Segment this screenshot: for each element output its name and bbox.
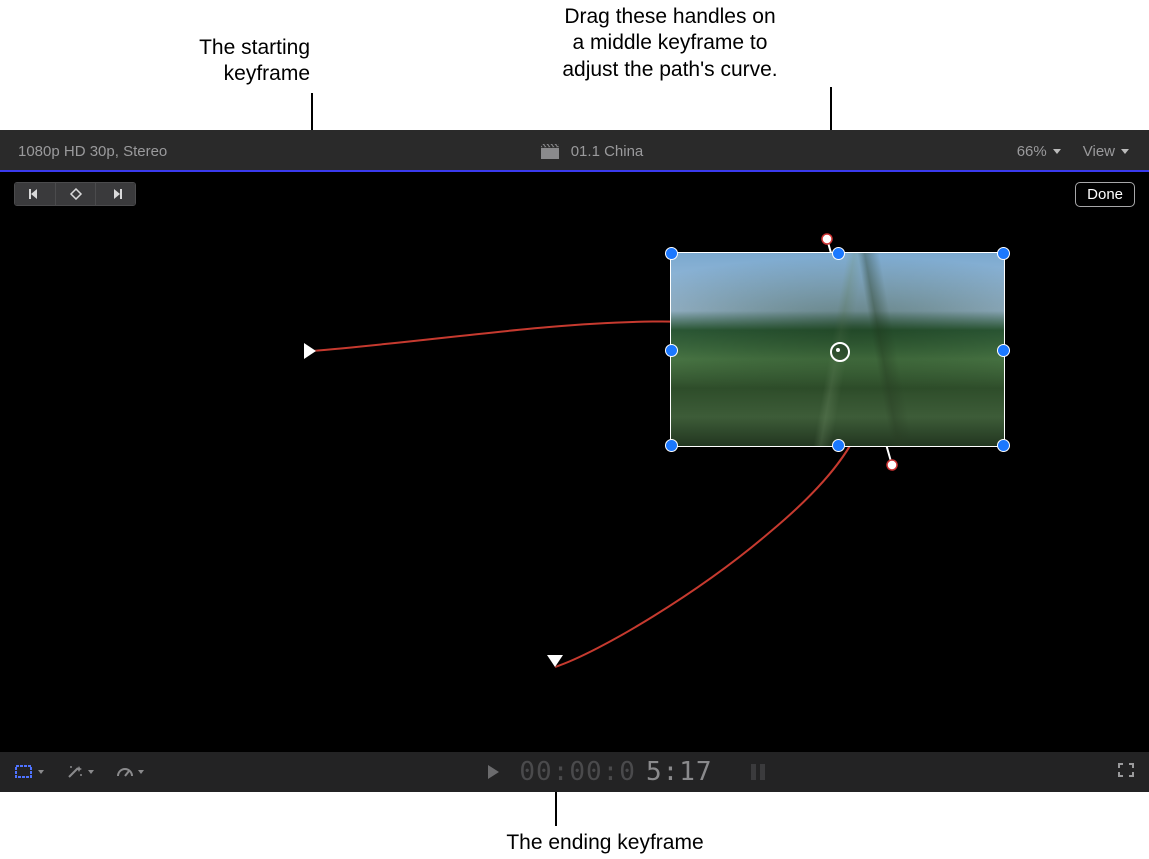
resize-handle-ml[interactable] [665, 344, 678, 357]
transform-frame[interactable] [670, 252, 1005, 447]
previous-keyframe-icon [27, 188, 43, 200]
callout-text: Drag these handles on a middle keyframe … [500, 4, 840, 83]
done-button-label: Done [1087, 186, 1123, 203]
next-keyframe-icon [108, 188, 124, 200]
resize-handle-tl[interactable] [665, 247, 678, 260]
crop-tool-icon [14, 764, 34, 780]
timecode-display[interactable]: 00:00:0 5:17 [168, 757, 1093, 787]
fullscreen-icon [1117, 762, 1135, 778]
resize-handle-br[interactable] [997, 439, 1010, 452]
callout-text: The starting keyframe [199, 36, 310, 85]
timecode-value: 5:17 [646, 757, 713, 787]
format-label: 1080p HD 30p, Stereo [0, 143, 167, 160]
viewer-topbar: 1080p HD 30p, Stereo 01.1 China 66% View [0, 132, 1149, 172]
keyframe-arrow-icon [547, 655, 563, 667]
enhance-wand-icon [66, 764, 84, 780]
keyframe-arrow-icon [304, 343, 316, 359]
view-menu-label: View [1083, 143, 1115, 160]
callout-end-keyframe: The ending keyframe [495, 830, 715, 856]
callout-start-keyframe: The starting keyframe [140, 35, 310, 88]
clip-title: 01.1 China [571, 143, 644, 160]
timecode-dim: 00:00:0 [519, 757, 636, 787]
chevron-down-icon [1121, 149, 1129, 154]
anchor-point[interactable] [830, 342, 850, 362]
audio-meter-icon [747, 761, 773, 783]
view-menu[interactable]: View [1083, 143, 1129, 160]
resize-handle-tr[interactable] [997, 247, 1010, 260]
crop-tool-menu[interactable] [14, 764, 44, 780]
resize-handle-tm[interactable] [832, 247, 845, 260]
play-icon [488, 765, 499, 779]
retime-speed-icon [116, 764, 134, 780]
chevron-down-icon [1053, 149, 1061, 154]
keyframe-nav-segment [14, 182, 136, 206]
viewer-window: 1080p HD 30p, Stereo 01.1 China 66% View [0, 130, 1149, 792]
viewer-bottombar: 00:00:0 5:17 [0, 752, 1149, 792]
retime-menu[interactable] [116, 764, 144, 780]
fullscreen-button[interactable] [1117, 765, 1135, 782]
add-delete-keyframe-button[interactable] [55, 183, 95, 205]
zoom-menu[interactable]: 66% [1017, 143, 1061, 160]
next-keyframe-button[interactable] [95, 183, 135, 205]
done-button[interactable]: Done [1075, 182, 1135, 207]
resize-handle-bl[interactable] [665, 439, 678, 452]
chevron-down-icon [38, 770, 44, 774]
resize-handle-mr[interactable] [997, 344, 1010, 357]
chevron-down-icon [88, 770, 94, 774]
resize-handle-bm[interactable] [832, 439, 845, 452]
zoom-value: 66% [1017, 143, 1047, 160]
enhance-menu[interactable] [66, 764, 94, 780]
callout-curve-handles: Drag these handles on a middle keyframe … [500, 4, 840, 83]
chevron-down-icon [138, 770, 144, 774]
previous-keyframe-button[interactable] [15, 183, 55, 205]
clapperboard-icon [541, 144, 559, 159]
callout-text: The ending keyframe [506, 831, 703, 854]
viewer-canvas[interactable]: Done [0, 172, 1149, 752]
add-delete-keyframe-icon [68, 188, 84, 200]
